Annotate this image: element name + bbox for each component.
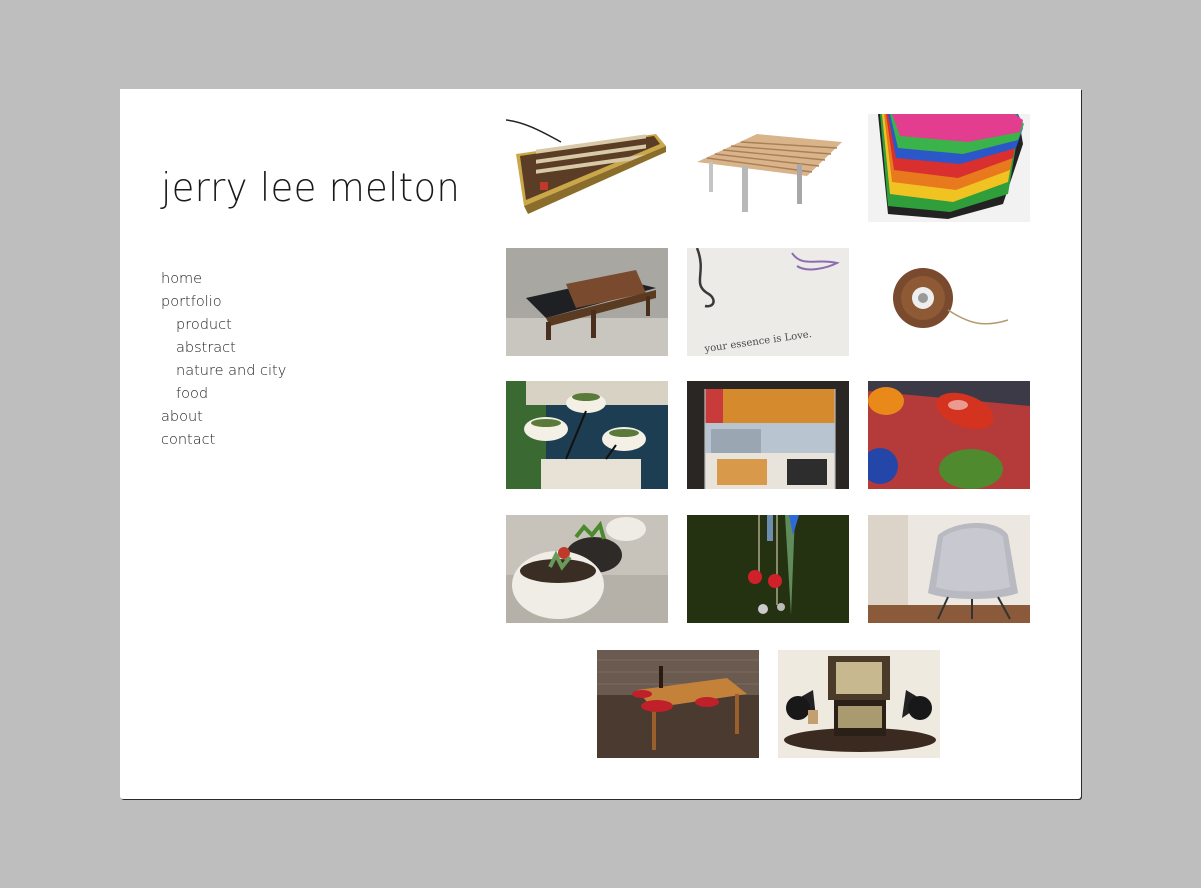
gallery-thumb-keyboard[interactable] (506, 114, 668, 222)
dining-table-image (597, 650, 759, 758)
hanging-glass-image (687, 515, 849, 623)
nav-abstract[interactable]: abstract (161, 337, 286, 360)
glass-beads-image (868, 381, 1030, 489)
gallery-thumb-dining-table[interactable] (597, 650, 759, 758)
gallery-thumb-storage-unit[interactable] (687, 381, 849, 489)
gallery-thumb-daybed[interactable] (506, 248, 668, 356)
storage-unit-image (687, 381, 849, 489)
gallery-thumb-hanging-glass[interactable] (687, 515, 849, 623)
nav-portfolio[interactable]: portfolio (161, 291, 286, 314)
gallery-thumb-succulents[interactable] (506, 515, 668, 623)
pool-planters-image (506, 381, 668, 489)
gallery-thumb-bench[interactable] (687, 114, 849, 222)
gramophone-desk-image (778, 650, 940, 758)
gallery-thumb-shell-chair[interactable] (868, 515, 1030, 623)
gallery-thumb-glass-beads[interactable] (868, 381, 1030, 489)
gallery-thumb-gramophone-desk[interactable] (778, 650, 940, 758)
main-nav: home portfolio product abstract nature a… (161, 268, 286, 452)
colorful-bowls-image (868, 114, 1030, 222)
gallery-thumb-pool-planters[interactable] (506, 381, 668, 489)
bench-image (687, 114, 849, 222)
yoyo-image (868, 248, 1030, 356)
keyboard-image (506, 114, 668, 222)
nav-contact[interactable]: contact (161, 429, 286, 452)
love-card-image: your essence is Love. (687, 248, 849, 356)
gallery-thumb-love-card[interactable]: your essence is Love. (687, 248, 849, 356)
shell-chair-image (868, 515, 1030, 623)
succulents-image (506, 515, 668, 623)
nav-nature-and-city[interactable]: nature and city (161, 360, 286, 383)
daybed-image (506, 248, 668, 356)
nav-food[interactable]: food (161, 383, 286, 406)
gallery-thumb-bowls[interactable] (868, 114, 1030, 222)
nav-about[interactable]: about (161, 406, 286, 429)
nav-home[interactable]: home (161, 268, 286, 291)
page-container: jerry lee melton home portfolio product … (120, 89, 1081, 799)
site-title[interactable]: jerry lee melton (161, 165, 460, 211)
gallery-thumb-yoyo[interactable] (868, 248, 1030, 356)
nav-product[interactable]: product (161, 314, 286, 337)
